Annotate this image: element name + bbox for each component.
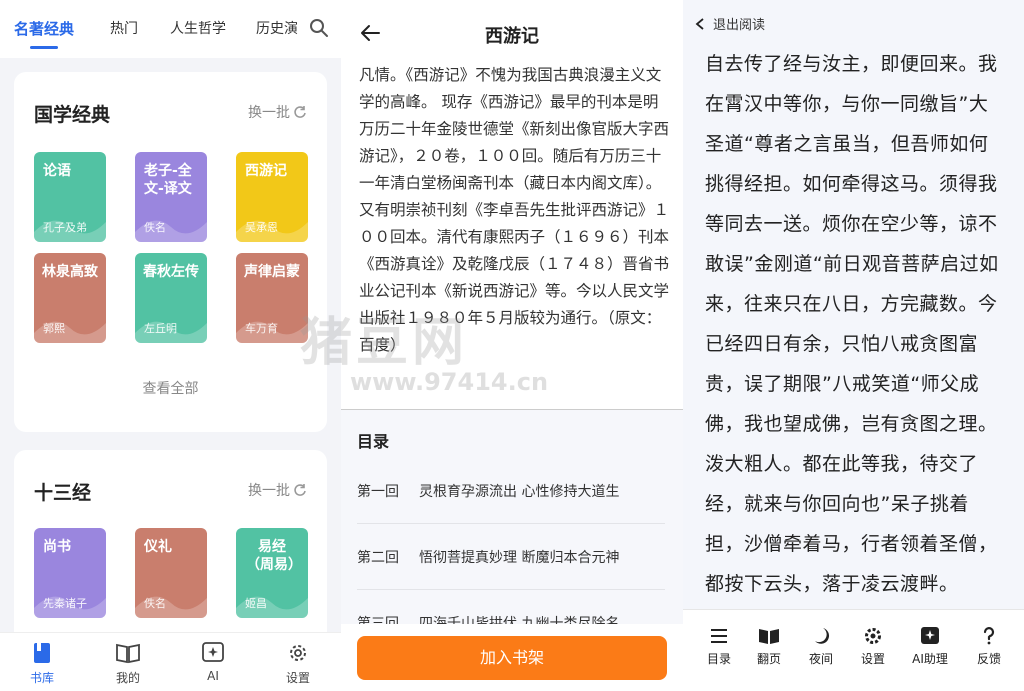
book-title: 林泉高致 — [42, 264, 98, 280]
book-cover[interactable]: 论语 孔子及弟 — [34, 152, 106, 242]
open-book-icon — [759, 629, 779, 644]
menu-icon — [711, 629, 727, 643]
chapter-item[interactable]: 第一回 灵根育孕源流出 心性修持大道生 — [357, 458, 665, 524]
book-cover[interactable]: 西游记 吴承恩 — [236, 152, 308, 242]
book-title: 易经（周易） — [246, 539, 302, 573]
book-author: 左丘明 — [144, 322, 177, 335]
book-cover[interactable]: 易经（周易） 姬昌 — [236, 528, 308, 618]
book-author: 吴承恩 — [245, 221, 278, 234]
chapter-item[interactable]: 第二回 悟彻菩提真妙理 断魔归本合元神 — [357, 524, 665, 590]
nav-mine[interactable]: 我的 — [98, 641, 158, 686]
book-title: 春秋左传 — [143, 264, 199, 280]
detail-header: 西游记 — [341, 0, 683, 64]
toolbar-ai-assistant[interactable]: AI助理 — [902, 626, 958, 667]
search-icon[interactable] — [309, 18, 329, 38]
category-tabs: 名著经典 热门 人生哲学 历史演 — [0, 0, 341, 58]
book-title: 西游记 — [245, 163, 287, 179]
reader-toolbar: 目录 翻页 夜间 设置 AI助理 反馈 — [683, 609, 1024, 691]
add-to-shelf-button[interactable]: 加入书架 — [357, 636, 667, 680]
book-icon — [34, 643, 50, 663]
toolbar-night-mode[interactable]: 夜间 — [793, 626, 849, 667]
section-title: 国学经典 — [34, 104, 111, 126]
book-title: 老子-全文-译文 — [144, 163, 192, 197]
book-cover[interactable]: 林泉高致 郭熙 — [34, 253, 106, 343]
reader-panel: 退出阅读 自去传了经与汝主，即便回来。我在霄汉中等你，与你一同缴旨”大圣道“尊者… — [683, 0, 1024, 691]
tab-history[interactable]: 历史演 — [256, 18, 298, 38]
tab-philosophy[interactable]: 人生哲学 — [170, 18, 226, 38]
toolbar-feedback[interactable]: 反馈 — [961, 626, 1017, 667]
toolbar-settings[interactable]: 设置 — [845, 626, 901, 667]
section-title: 十三经 — [34, 482, 92, 504]
book-cover[interactable]: 老子-全文-译文 佚名 — [135, 152, 207, 242]
book-author: 姬昌 — [245, 597, 267, 610]
gear-icon — [290, 645, 306, 661]
toc-heading: 目录 — [357, 432, 390, 451]
tab-classics[interactable]: 名著经典 — [14, 18, 74, 49]
book-title: 声律启蒙 — [244, 264, 300, 280]
nav-settings[interactable]: 设置 — [268, 641, 328, 686]
book-cover[interactable]: 声律启蒙 车万育 — [236, 253, 308, 343]
exit-reading-button[interactable]: 退出阅读 — [695, 14, 765, 33]
book-author: 佚名 — [144, 597, 166, 610]
book-cover[interactable]: 春秋左传 左丘明 — [135, 253, 207, 343]
book-cover[interactable]: 仪礼 佚名 — [135, 528, 207, 618]
book-author: 佚名 — [144, 221, 166, 234]
question-icon — [983, 627, 995, 645]
nav-ai[interactable]: AI — [183, 641, 243, 683]
sparkle-icon — [921, 627, 939, 644]
book-title: 仪礼 — [144, 539, 172, 555]
book-author: 车万育 — [245, 322, 278, 335]
moon-icon — [815, 628, 830, 644]
book-title: 尚书 — [43, 539, 71, 555]
nav-library[interactable]: 书库 — [12, 641, 72, 686]
refresh-icon — [294, 484, 306, 496]
toolbar-toc[interactable]: 目录 — [691, 626, 747, 667]
book-title: 西游记 — [485, 26, 539, 47]
refresh-button[interactable]: 换一批 — [248, 480, 307, 500]
book-cover[interactable]: 尚书 先秦诸子 — [34, 528, 106, 618]
section-card-guoxue: 国学经典 换一批 论语 孔子及弟 老子-全文-译文 佚名 西游记 吴承恩 林泉高… — [14, 72, 327, 432]
refresh-icon — [294, 106, 306, 118]
book-author: 郭熙 — [43, 322, 65, 335]
book-title: 论语 — [43, 163, 71, 179]
open-book-icon — [116, 643, 140, 664]
section-card-shisanjing: 十三经 换一批 尚书 先秦诸子 仪礼 佚名 易经（周易） 姬昌 — [14, 450, 327, 650]
sparkle-icon — [202, 642, 224, 662]
view-all-link[interactable]: 查看全部 — [14, 378, 327, 398]
gear-icon — [865, 628, 881, 644]
refresh-button[interactable]: 换一批 — [248, 102, 307, 122]
tab-hot[interactable]: 热门 — [110, 18, 138, 38]
library-panel: 名著经典 热门 人生哲学 历史演 国学经典 换一批 论语 孔子及弟 老子-全文-… — [0, 0, 341, 691]
chevron-left-icon — [695, 17, 704, 30]
watermark-url: www.97414.cn — [350, 368, 549, 396]
toolbar-page-turn[interactable]: 翻页 — [741, 626, 797, 667]
reading-text: 自去传了经与汝主，即便回来。我在霄汉中等你，与你一同缴旨”大圣道“尊者之言虽当，… — [705, 53, 999, 595]
watermark-logo: 猪豆网 — [300, 313, 469, 373]
bottom-nav: 书库 我的 AI 设置 — [0, 632, 341, 691]
book-author: 孔子及弟 — [43, 221, 87, 234]
book-author: 先秦诸子 — [43, 597, 87, 610]
